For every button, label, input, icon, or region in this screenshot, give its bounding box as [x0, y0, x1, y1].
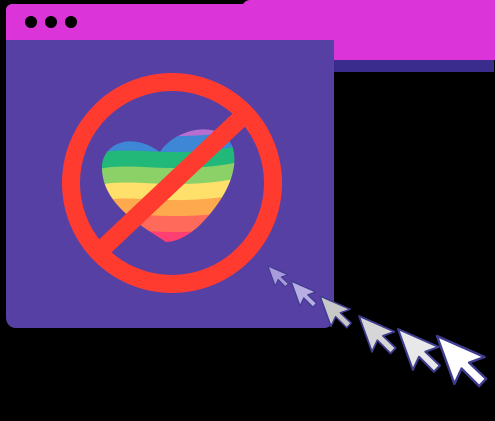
- mouse-cursor-icon: [396, 327, 441, 373]
- mouse-cursor-shape: [396, 327, 441, 373]
- mouse-cursor-shape: [435, 334, 488, 388]
- title-bar-dot: [65, 16, 77, 28]
- window-title-bar-lower: [6, 24, 334, 40]
- mouse-cursor-icon: [435, 334, 488, 388]
- title-bar-dot: [25, 16, 37, 28]
- illustration-canvas: [6, 0, 495, 388]
- mouse-cursor-icon: [358, 315, 397, 355]
- illustration-scene: [0, 0, 495, 421]
- title-bar-dot: [45, 16, 57, 28]
- title-bar-dots: [25, 16, 77, 28]
- mouse-cursor-shape: [358, 315, 397, 355]
